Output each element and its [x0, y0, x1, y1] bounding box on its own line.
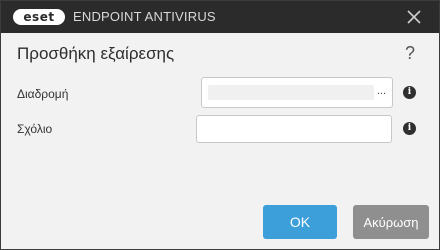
path-input[interactable] [208, 85, 374, 100]
cancel-button[interactable]: Ακύρωση [353, 205, 429, 239]
comment-info-icon[interactable]: i [403, 122, 416, 135]
product-name: ENDPOINT ANTIVIRUS [73, 9, 216, 24]
add-exclusion-dialog: eset ENDPOINT ANTIVIRUS Προσθήκη εξαίρεσ… [0, 0, 440, 250]
ok-button[interactable]: OK [263, 205, 337, 239]
dialog-title: Προσθήκη εξαίρεσης [17, 44, 175, 63]
comment-input[interactable] [196, 115, 392, 143]
eset-logo: eset [13, 9, 65, 25]
browse-button[interactable]: ... [377, 84, 386, 98]
path-info-icon[interactable]: i [403, 86, 416, 99]
title-bar: eset ENDPOINT ANTIVIRUS [1, 1, 439, 33]
close-icon[interactable] [407, 10, 421, 24]
path-field[interactable]: ... [201, 77, 393, 108]
comment-label: Σχόλιο [17, 122, 53, 136]
help-icon[interactable]: ? [405, 43, 415, 63]
path-label: Διαδρομή [17, 87, 69, 101]
